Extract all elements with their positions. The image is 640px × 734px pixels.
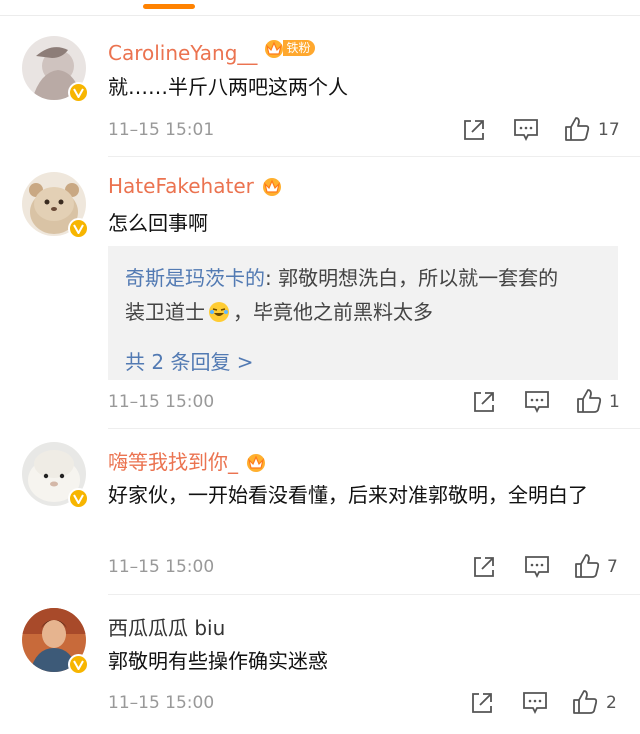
thumbs-up-icon[interactable] [572,689,598,719]
reply-line: 装卫道士 ，毕竟他之前黑料太多 [125,296,606,325]
verified-v-icon [68,82,89,103]
like-count: 7 [607,557,618,577]
reply-line: 奇斯是玛茨卡的: 郭敬明想洗白，所以就一套套的 [125,262,606,291]
comment-time: 11–15 15:00 [108,693,215,713]
share-icon[interactable] [472,390,496,418]
fan-badge-label: 铁粉 [283,40,316,56]
reply-text: ，毕竟他之前黑料太多 [233,300,433,324]
thumbs-up-icon[interactable] [574,553,600,583]
comment-icon[interactable] [524,555,550,583]
active-tab-indicator [143,4,195,9]
verified-v-icon [68,218,89,239]
share-icon[interactable] [462,118,486,146]
username-text[interactable]: HateFakehater [108,174,254,198]
comment-time: 11–15 15:00 [108,557,215,577]
share-icon[interactable] [472,555,496,583]
reply-text: 装卫道士 [125,300,205,324]
view-replies-link[interactable]: 共 2 条回复 > [125,346,254,375]
comment-icon[interactable] [524,390,550,418]
reply-text: : 郭敬明想洗白，所以就一套套的 [265,266,559,290]
verified-v-icon [68,654,89,675]
comment-divider [108,594,640,595]
laughing-crying-emoji [209,302,229,322]
comment-text: 怎么回事啊 [108,211,208,235]
comment-time: 11–15 15:01 [108,120,215,140]
username-text[interactable]: CarolineYang__ [108,41,257,65]
comment-text: 郭敬明有些操作确实迷惑 [108,649,328,673]
comment-username[interactable]: HateFakehater [108,174,284,198]
like-count: 17 [598,120,620,140]
comment-username[interactable]: CarolineYang__ 铁粉 [108,38,316,65]
username-text[interactable]: 西瓜瓜瓜 biu [108,616,225,640]
crown-icon [262,178,281,196]
username-text[interactable]: 嗨等我找到你_ [108,450,238,474]
like-count: 1 [609,392,620,412]
comment-text: 好家伙，一开始看没看懂，后来对准郭敬明，全明白了 [108,483,588,507]
reply-username[interactable]: 奇斯是玛茨卡的 [125,266,265,290]
crown-icon [247,454,265,472]
reply-preview-box[interactable]: 奇斯是玛茨卡的: 郭敬明想洗白，所以就一套套的 装卫道士 ，毕竟他之前黑料太多 共… [108,246,618,380]
fan-badge: 铁粉 [263,38,316,58]
share-icon[interactable] [470,691,494,719]
comment-divider [108,156,640,157]
comment-time: 11–15 15:00 [108,392,215,412]
comment-divider [108,428,640,429]
header-divider [0,15,640,16]
thumbs-up-icon[interactable] [576,388,602,418]
comment-icon[interactable] [513,118,539,146]
comment-icon[interactable] [522,691,548,719]
comment-username[interactable]: 西瓜瓜瓜 biu [108,612,225,641]
comment-text: 就……半斤八两吧这两个人 [108,75,348,99]
thumbs-up-icon[interactable] [564,116,590,146]
verified-v-icon [68,488,89,509]
comment-username[interactable]: 嗨等我找到你_ [108,446,268,475]
like-count: 2 [606,693,617,713]
